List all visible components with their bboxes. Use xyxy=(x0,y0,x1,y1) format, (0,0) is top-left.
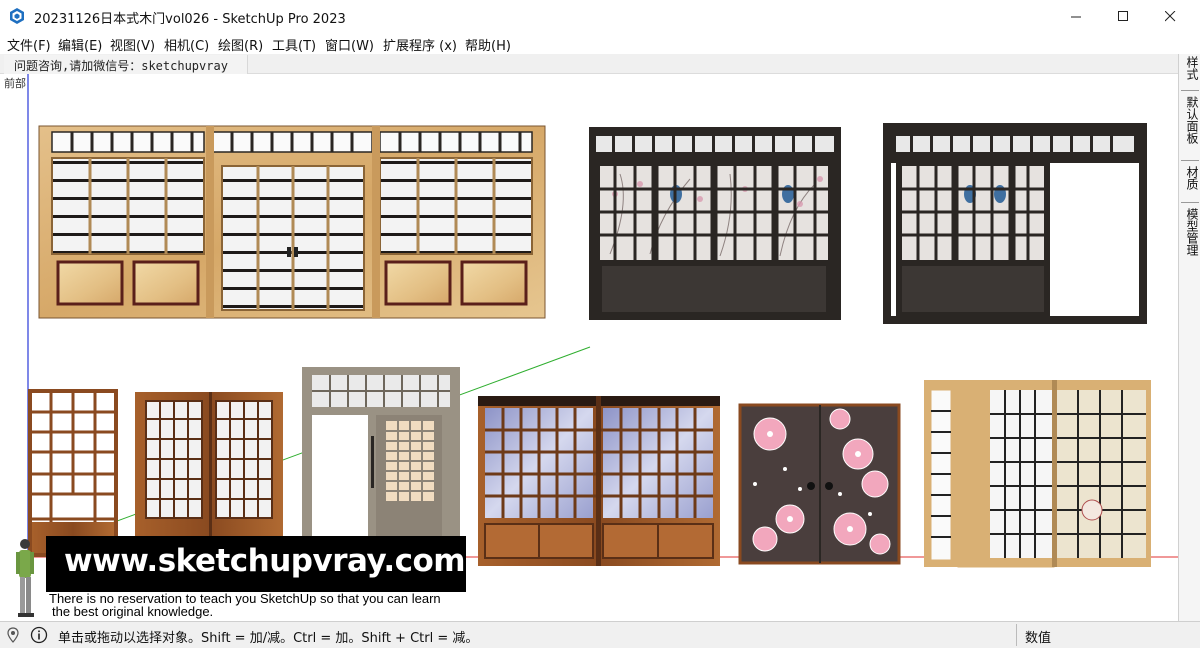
door-grey-frame-single xyxy=(302,367,460,557)
status-hint: 单击或拖动以选择对象。Shift = 加/减。Ctrl = 加。Shift + … xyxy=(58,631,479,646)
close-icon xyxy=(1164,7,1176,26)
maximize-icon xyxy=(1117,7,1129,26)
door-cherry-blossom xyxy=(738,403,901,565)
menu-bar: 文件(F) 编辑(E) 视图(V) 相机(C) 绘图(R) 工具(T) 窗口(W… xyxy=(0,32,1200,54)
tray-tab-model-manager[interactable]: 模型管理 xyxy=(1182,208,1199,266)
scale-figure xyxy=(8,536,42,624)
door-sliding-wood-panel xyxy=(135,392,283,557)
menu-window[interactable]: 窗口(W) xyxy=(325,35,374,54)
scene-view-label: 前部 xyxy=(4,77,26,90)
door-brown-glazed-sliding xyxy=(478,396,720,566)
menu-help[interactable]: 帮助(H) xyxy=(465,35,511,54)
location-pin-icon[interactable] xyxy=(6,627,20,647)
door-lattice-cabinet xyxy=(28,389,118,557)
menu-view[interactable]: 视图(V) xyxy=(110,35,155,54)
title-bar: 20231126日本式木门vol026 - SketchUp Pro 2023 xyxy=(0,0,1200,32)
menu-extensions[interactable]: 扩展程序 (x) xyxy=(383,35,457,54)
watermark-tagline: the best original knowledge. xyxy=(52,604,214,619)
tray-divider xyxy=(1181,90,1199,91)
tray-tab-styles[interactable]: 样式 xyxy=(1182,56,1199,86)
menu-edit[interactable]: 编辑(E) xyxy=(58,35,102,54)
sketchup-icon[interactable] xyxy=(8,7,26,25)
info-icon[interactable] xyxy=(30,626,48,648)
window-title: 20231126日本式木门vol026 - SketchUp Pro 2023 xyxy=(34,12,346,27)
maximize-button[interactable] xyxy=(1100,0,1146,32)
door-dark-frame-open-bay xyxy=(883,123,1147,324)
watermark-url: www.sketchupvray.com xyxy=(64,543,466,579)
menu-tools[interactable]: 工具(T) xyxy=(272,35,316,54)
measurements-label: 数值 xyxy=(1025,631,1052,646)
minimize-button[interactable] xyxy=(1053,0,1099,32)
status-bar: 单击或拖动以选择对象。Shift = 加/减。Ctrl = 加。Shift + … xyxy=(0,621,1200,648)
minimize-icon xyxy=(1070,7,1082,26)
menu-camera[interactable]: 相机(C) xyxy=(164,35,209,54)
scene-tab[interactable]: 问题咨询,请加微信号：sketchupvray xyxy=(4,55,248,74)
watermark-banner: www.sketchupvray.com xyxy=(46,536,466,592)
menu-draw[interactable]: 绘图(R) xyxy=(218,35,263,54)
door-light-wood-shoji-large xyxy=(38,125,546,319)
door-light-wood-sliding-shoji xyxy=(924,380,1151,568)
tray-tab-materials[interactable]: 材质 xyxy=(1182,166,1199,196)
tray-divider xyxy=(1181,160,1199,161)
tray-tab-default-panel[interactable]: 默认面板 xyxy=(1182,96,1199,154)
scene-tab-label: 问题咨询,请加微信号：sketchupvray xyxy=(14,59,228,73)
menu-file[interactable]: 文件(F) xyxy=(7,35,51,54)
tray-divider xyxy=(1181,202,1199,203)
close-button[interactable] xyxy=(1147,0,1193,32)
default-tray: 样式 默认面板 材质 模型管理 xyxy=(1178,54,1200,621)
door-dark-frame-bird-painting xyxy=(589,127,841,320)
